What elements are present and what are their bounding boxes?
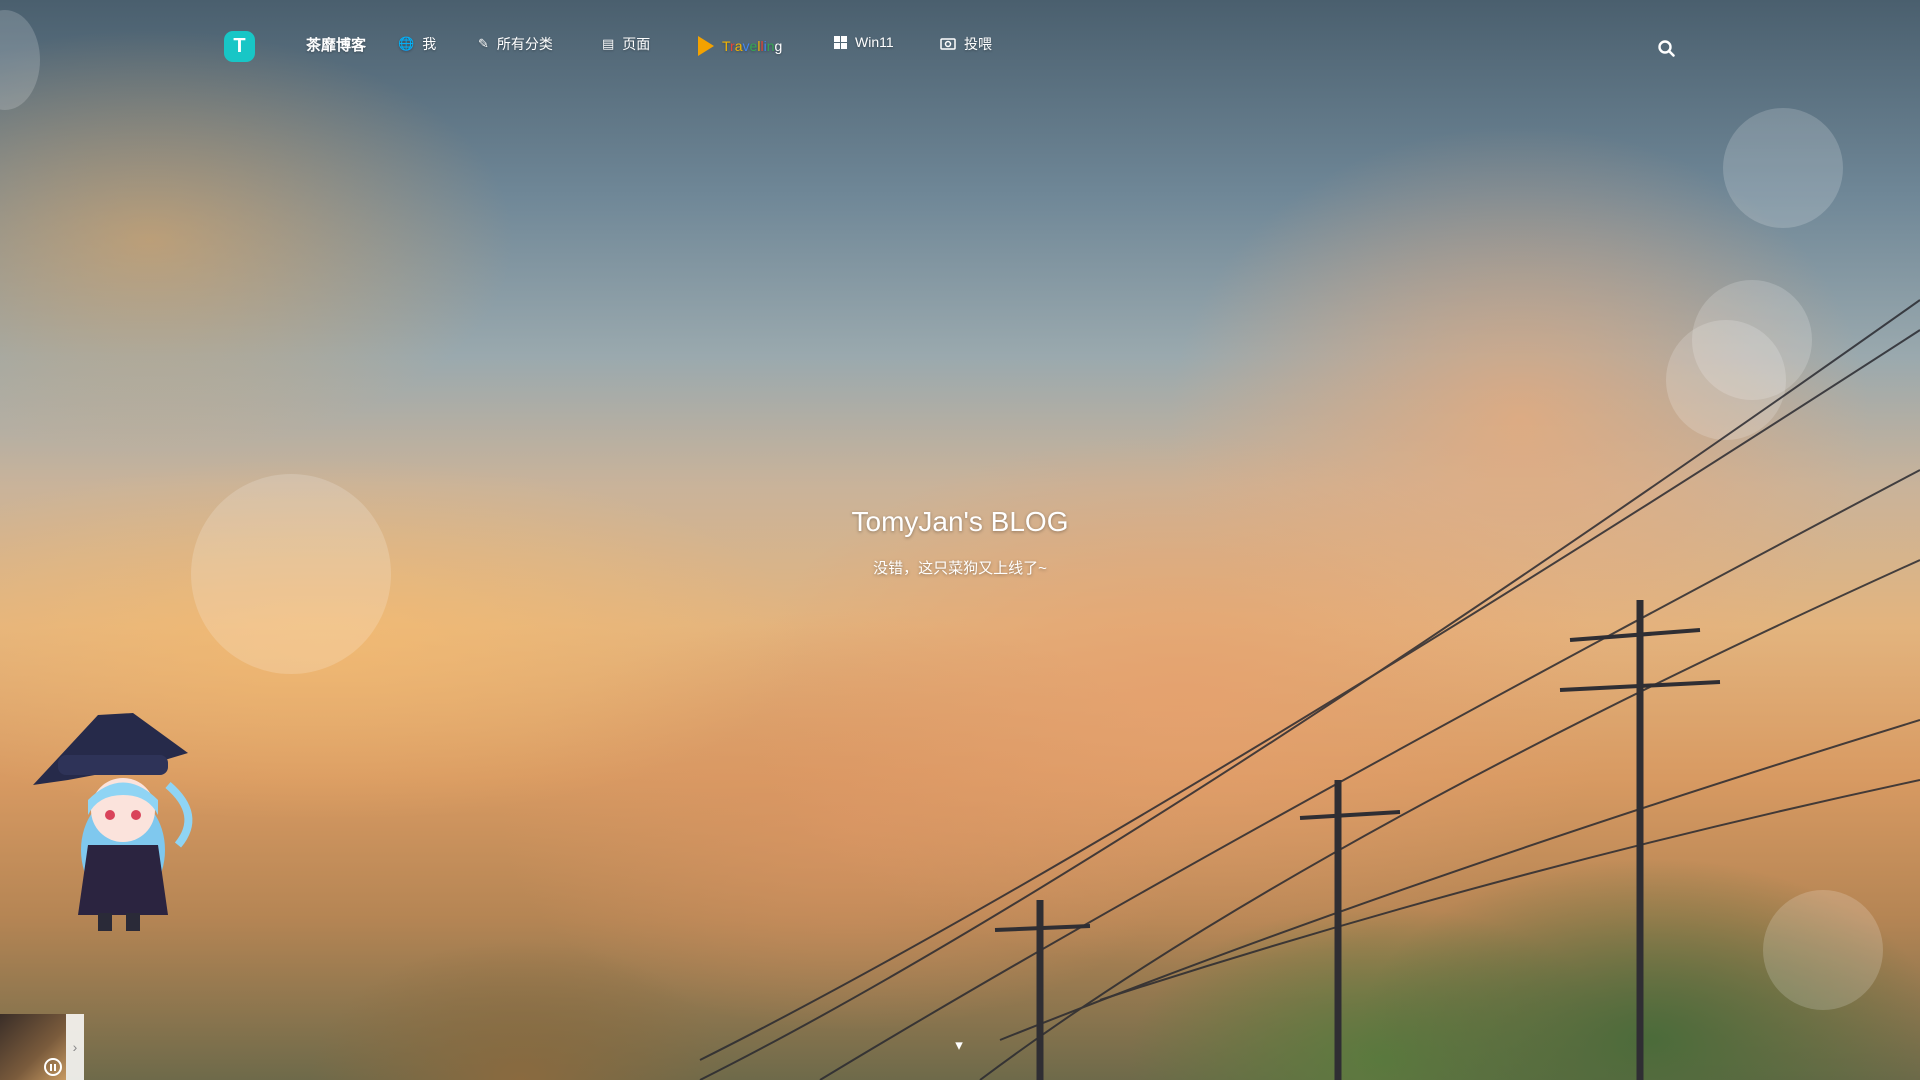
nav-item-pages[interactable]: ▤ 页面 <box>602 34 650 54</box>
logo-letter: T <box>233 35 246 57</box>
scroll-down-icon[interactable]: ▾ <box>948 1036 970 1054</box>
globe-icon: 🌐 <box>398 36 415 51</box>
travel-letter: v <box>742 38 750 54</box>
nav-item-label: 所有分类 <box>496 36 553 52</box>
play-icon <box>698 36 714 56</box>
nav-item-travelling[interactable]: Travelling <box>698 36 782 56</box>
nav-item-label: 我 <box>422 36 437 52</box>
top-nav: T 茶靡博客 🌐 我 ✎ 所有分类 ▤ 页面 Travelling Win11 … <box>0 0 1920 92</box>
nav-item-label: Win11 <box>855 34 894 50</box>
album-cover <box>0 1014 66 1080</box>
power-lines <box>699 299 1920 1080</box>
travel-letter: g <box>774 38 783 54</box>
brand-label: 茶靡博客 <box>306 37 367 54</box>
search-icon[interactable] <box>1656 38 1678 60</box>
nav-brand[interactable]: 茶靡博客 <box>306 34 366 55</box>
nav-item-donate[interactable]: 投喂 <box>940 34 992 54</box>
hero-subtitle: 没错，这只菜狗又上线了~ <box>873 560 1047 577</box>
pencil-icon: ✎ <box>478 36 489 51</box>
music-player[interactable]: › <box>0 1014 84 1080</box>
nav-item-me[interactable]: 🌐 我 <box>398 34 436 54</box>
nav-item-label: 页面 <box>622 36 651 52</box>
pause-button[interactable] <box>44 1058 62 1076</box>
travel-letter: a <box>734 38 743 54</box>
chevron-right-icon[interactable]: › <box>66 1014 84 1080</box>
pause-bar <box>54 1063 56 1071</box>
site-logo[interactable]: T <box>224 31 255 62</box>
windows-icon <box>834 35 847 49</box>
decor-bubble <box>1692 280 1812 400</box>
mascot-character[interactable] <box>28 705 208 935</box>
file-icon: ▤ <box>602 36 615 51</box>
nav-item-label: 投喂 <box>964 36 992 52</box>
decor-bubble <box>1666 320 1786 440</box>
nav-item-categories[interactable]: ✎ 所有分类 <box>478 34 553 54</box>
hero-title: TomyJan's BLOG <box>851 506 1069 537</box>
nav-item-label: Travelling <box>722 38 782 54</box>
nav-item-win11[interactable]: Win11 <box>834 34 894 50</box>
travel-letter: T <box>722 38 731 54</box>
decor-bubble <box>1723 108 1843 228</box>
pause-bar <box>50 1063 52 1071</box>
decor-bubble <box>1763 890 1883 1010</box>
money-icon <box>940 38 956 50</box>
